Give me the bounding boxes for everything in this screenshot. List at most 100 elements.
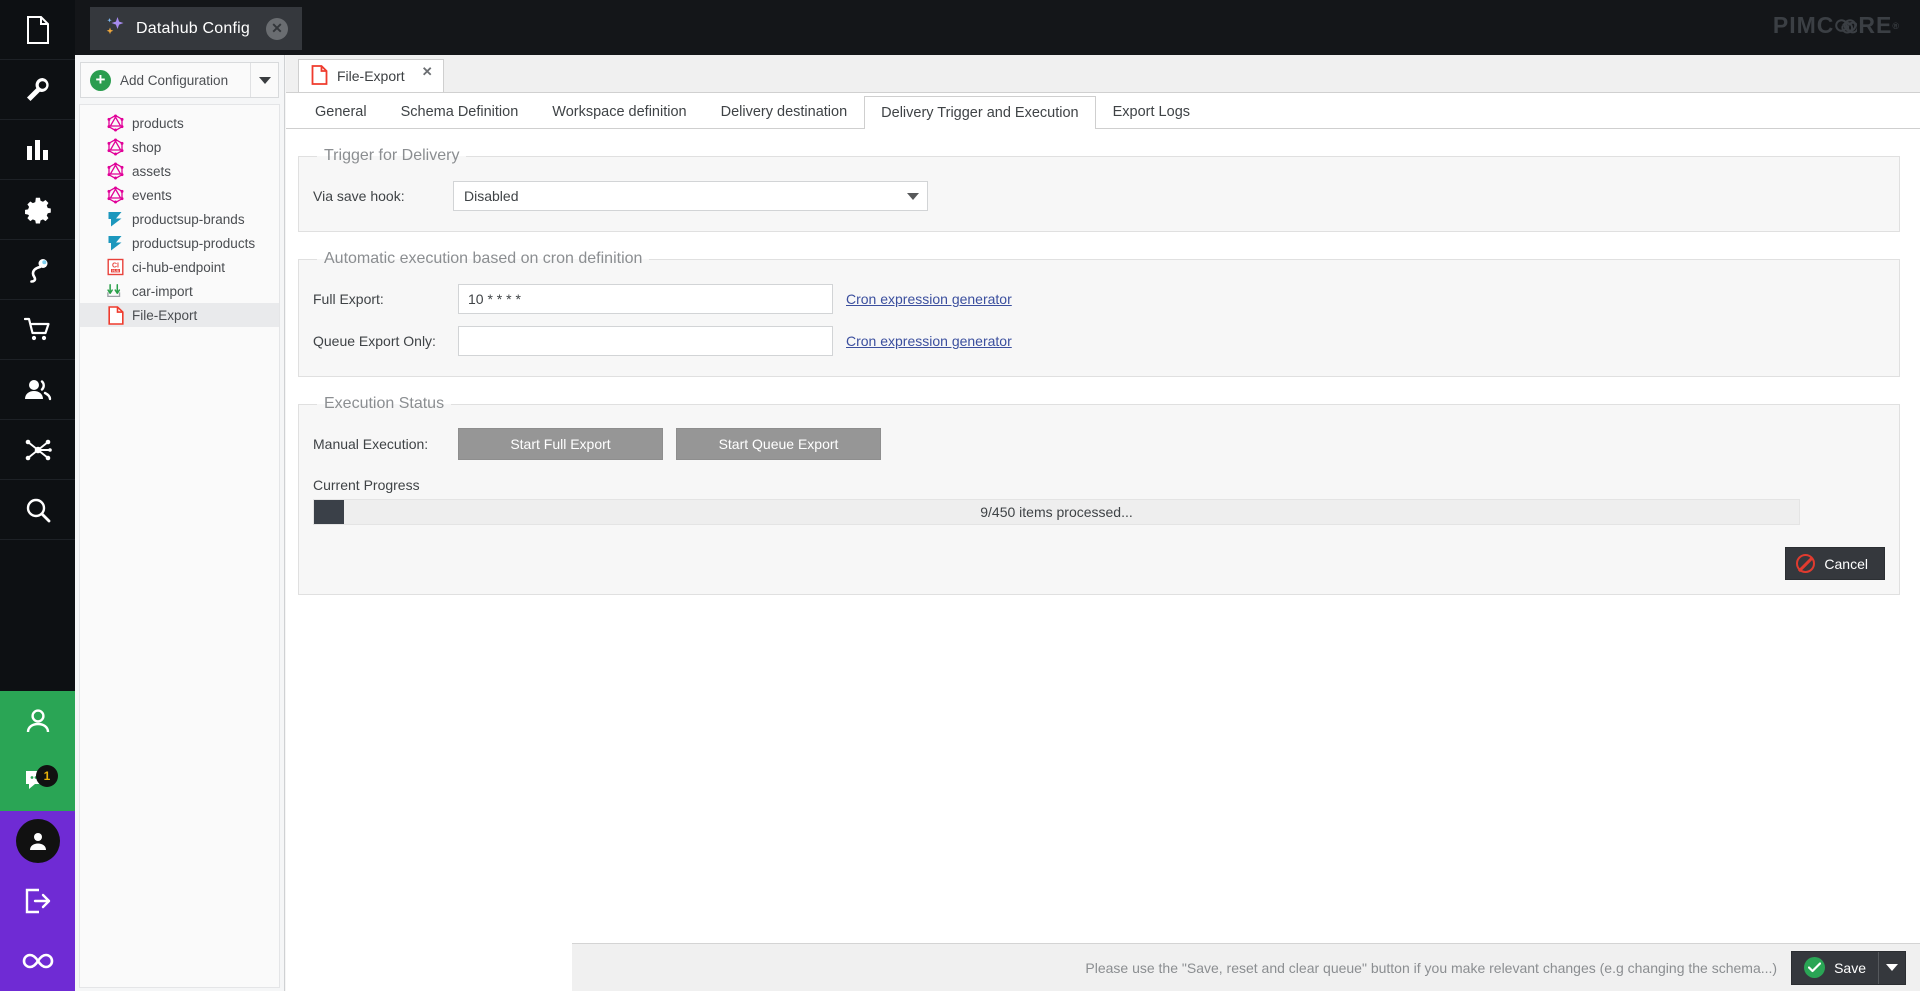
full-export-cron-input[interactable]: [458, 284, 833, 314]
application-window: 1 Datahub Config ✕ PIMC RE ® + Add Confi…: [0, 0, 1920, 991]
cron-generator-link-queue[interactable]: Cron expression generator: [846, 333, 1012, 349]
rail-spacer: [0, 540, 75, 691]
profile-photo-icon[interactable]: [0, 691, 75, 751]
progress-bar-text: 9/450 items processed...: [980, 504, 1133, 520]
queue-export-cron-input[interactable]: [458, 326, 833, 356]
cancel-button[interactable]: Cancel: [1785, 547, 1885, 580]
datahub-icon[interactable]: [0, 420, 75, 480]
via-save-hook-select[interactable]: Disabled: [453, 181, 928, 211]
execution-status-legend: Execution Status: [324, 395, 445, 412]
tab-label: Delivery Trigger and Execution: [881, 105, 1079, 121]
tab-label: Workspace definition: [552, 104, 687, 120]
tree-item-shop[interactable]: shop: [80, 135, 279, 159]
notifications-icon[interactable]: 1: [0, 751, 75, 811]
settings-tab-bar: General Schema Definition Workspace defini…: [286, 93, 1920, 129]
add-configuration-button[interactable]: + Add Configuration: [81, 63, 250, 97]
delivery-trigger-form: Trigger for Delivery Via save hook: Disa…: [286, 129, 1920, 943]
graphql-icon: [107, 114, 124, 132]
tree-item-file-export[interactable]: File-Export: [80, 303, 279, 327]
tab-workspace-definition[interactable]: Workspace definition: [535, 95, 703, 128]
reports-icon[interactable]: [0, 120, 75, 180]
queue-export-label: Queue Export Only:: [313, 333, 436, 349]
marketing-icon[interactable]: [0, 240, 75, 300]
notification-badge: 1: [36, 765, 58, 787]
tree-item-productsup-products[interactable]: productsup-products: [80, 231, 279, 255]
import-icon: [107, 283, 124, 300]
svg-text:HUB: HUB: [112, 269, 119, 273]
add-configuration-dropdown-button[interactable]: [250, 63, 278, 97]
cron-generator-link-full[interactable]: Cron expression generator: [846, 291, 1012, 307]
documents-icon[interactable]: [0, 0, 75, 60]
tree-item-label: productsup-brands: [132, 211, 245, 227]
graphql-icon: [107, 162, 124, 180]
productsup-icon: [107, 211, 124, 228]
search-icon[interactable]: [0, 480, 75, 540]
rail-purple-group: [0, 811, 75, 991]
user-account-icon[interactable]: [0, 811, 75, 871]
tree-item-events[interactable]: events: [80, 183, 279, 207]
infinity-icon[interactable]: [0, 931, 75, 991]
file-export-icon: [311, 64, 328, 88]
queue-export-row: Queue Export Only: Cron expression gener…: [313, 320, 1885, 362]
tree-item-label: productsup-products: [132, 235, 256, 251]
via-save-hook-row: Via save hook: Disabled: [313, 175, 1885, 217]
tab-schema-definition[interactable]: Schema Definition: [384, 95, 536, 128]
ecommerce-cart-icon[interactable]: [0, 300, 75, 360]
main-content-area: File-Export ✕ General Schema Definition Wo…: [286, 55, 1920, 991]
document-tab-file-export[interactable]: File-Export ✕: [298, 59, 444, 92]
full-export-label: Full Export:: [313, 291, 384, 307]
tree-item-ci-hub-endpoint[interactable]: CI HUB ci-hub-endpoint: [80, 255, 279, 279]
tree-item-assets[interactable]: assets: [80, 159, 279, 183]
pimcore-logo-text-2: RE: [1858, 12, 1893, 38]
tab-delivery-trigger-and-execution[interactable]: Delivery Trigger and Execution: [864, 96, 1096, 129]
tab-delivery-destination[interactable]: Delivery destination: [704, 95, 865, 128]
rail-top-group: [0, 0, 75, 540]
save-button[interactable]: Save: [1792, 952, 1878, 984]
cihub-icon: CI HUB: [107, 258, 124, 276]
avatar: [15, 819, 60, 863]
app-tab-datahub-config[interactable]: Datahub Config ✕: [90, 7, 302, 50]
cron-definition-legend: Automatic execution based on cron defini…: [324, 250, 643, 267]
close-icon[interactable]: ✕: [266, 17, 288, 40]
tree-item-car-import[interactable]: car-import: [80, 279, 279, 303]
tab-label: Schema Definition: [400, 104, 519, 120]
document-tab-label: File-Export: [337, 68, 405, 84]
rail-green-group: 1: [0, 691, 75, 811]
settings-gear-icon[interactable]: [0, 180, 75, 240]
tree-item-label: ci-hub-endpoint: [132, 259, 226, 275]
configuration-tree: products shop assets events productsup-b…: [79, 104, 280, 988]
close-icon[interactable]: ✕: [422, 64, 433, 80]
tree-item-products[interactable]: products: [80, 111, 279, 135]
trigger-for-delivery-legend: Trigger for Delivery: [324, 147, 460, 164]
cancel-row: Cancel: [313, 547, 1885, 580]
save-button-label: Save: [1834, 959, 1866, 976]
tab-general[interactable]: General: [298, 95, 384, 128]
pimcore-logo: PIMC RE ®: [1773, 12, 1900, 39]
start-queue-export-button[interactable]: Start Queue Export: [676, 428, 881, 460]
manual-execution-row: Manual Execution: Start Full Export Star…: [313, 423, 1885, 465]
manual-execution-label: Manual Execution:: [313, 436, 429, 452]
tree-item-label: car-import: [132, 283, 193, 299]
chevron-down-icon: [1886, 964, 1898, 971]
sparkle-icon: [104, 15, 126, 42]
tab-export-logs[interactable]: Export Logs: [1096, 95, 1207, 128]
current-progress-label: Current Progress: [313, 477, 420, 493]
execution-status-section: Execution Status Manual Execution: Start…: [298, 395, 1900, 595]
start-full-export-button[interactable]: Start Full Export: [458, 428, 663, 460]
customers-icon[interactable]: [0, 360, 75, 420]
productsup-icon: [107, 235, 124, 252]
graphql-icon: [107, 138, 124, 156]
tree-item-label: events: [132, 187, 172, 203]
tools-icon[interactable]: [0, 60, 75, 120]
via-save-hook-value: Disabled: [464, 188, 519, 204]
footer-bar: Please use the "Save, reset and clear qu…: [572, 943, 1920, 991]
tree-item-productsup-brands[interactable]: productsup-brands: [80, 207, 279, 231]
tab-label: General: [315, 104, 367, 120]
full-export-row: Full Export: Cron expression generator: [313, 278, 1885, 320]
cancel-button-label: Cancel: [1824, 555, 1868, 572]
save-dropdown-button[interactable]: [1878, 951, 1905, 984]
left-icon-rail: 1: [0, 0, 75, 991]
logout-icon[interactable]: [0, 871, 75, 931]
chevron-down-icon: [258, 76, 271, 84]
add-configuration-label: Add Configuration: [120, 72, 229, 88]
